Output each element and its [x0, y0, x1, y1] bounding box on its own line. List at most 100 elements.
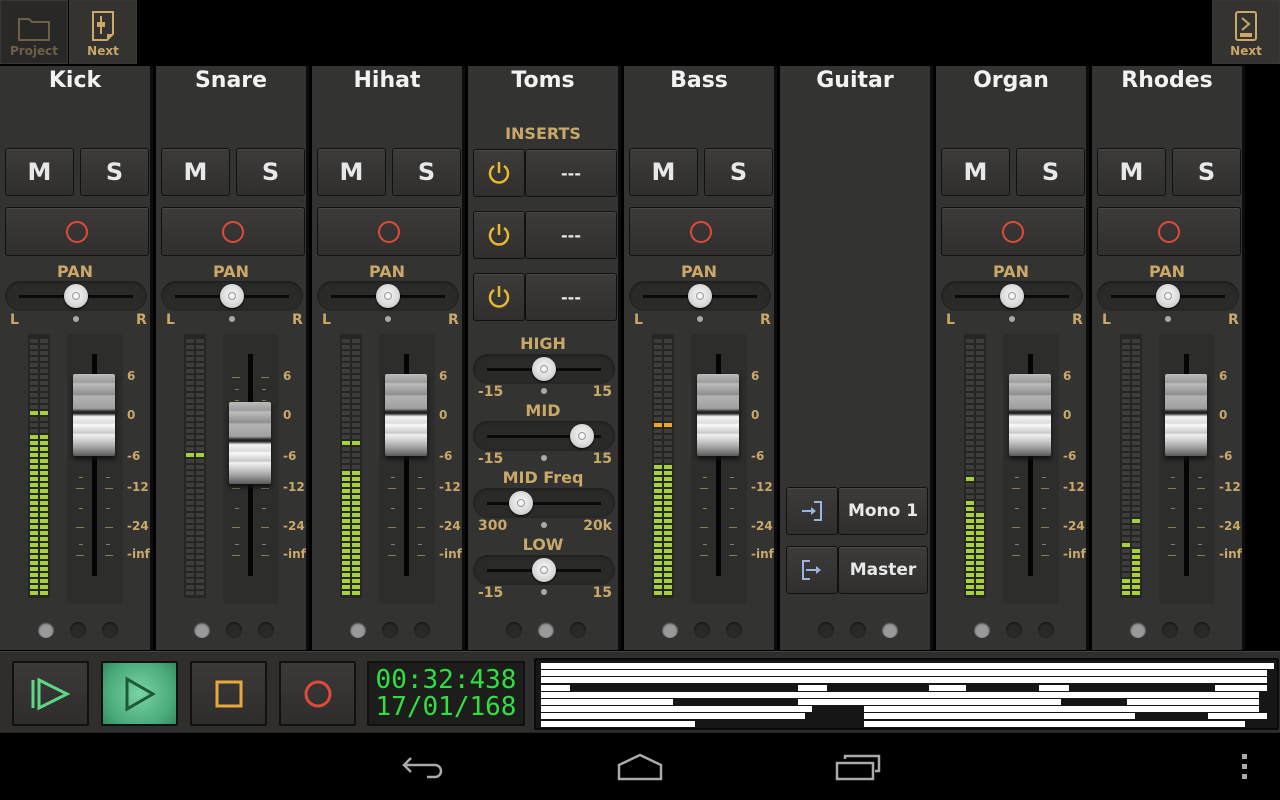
output-routing-button[interactable]: Master [838, 546, 928, 594]
overflow-menu-button[interactable] [1232, 744, 1258, 790]
page-indicator-dot[interactable] [382, 622, 398, 638]
volume-fader[interactable] [223, 334, 279, 604]
pan-knob[interactable] [1156, 284, 1180, 308]
eq-slider[interactable] [473, 421, 615, 451]
eq-knob[interactable] [569, 424, 594, 448]
page-indicator-dot[interactable] [726, 622, 742, 638]
page-indicator-dot[interactable] [850, 622, 866, 638]
fader-cap[interactable] [1009, 374, 1051, 456]
solo-button[interactable]: S [236, 148, 305, 196]
pan-knob[interactable] [1000, 284, 1024, 308]
input-routing-icon-button[interactable] [786, 487, 838, 535]
record-arm-button[interactable] [317, 207, 461, 256]
next-mixer-button[interactable]: Next [69, 0, 137, 64]
solo-button[interactable]: S [1016, 148, 1085, 196]
pan-knob[interactable] [220, 284, 244, 308]
channel-name[interactable]: Hihat [312, 66, 462, 96]
pan-slider[interactable] [161, 281, 303, 311]
page-indicator-dot[interactable] [70, 622, 86, 638]
page-indicator-dot[interactable] [882, 622, 898, 638]
fader-cap[interactable] [229, 402, 271, 484]
insert-power-button[interactable] [473, 211, 525, 259]
mute-button[interactable]: M [941, 148, 1010, 196]
pan-slider[interactable] [629, 281, 771, 311]
channel-name[interactable]: Organ [936, 66, 1086, 96]
mute-button[interactable]: M [629, 148, 698, 196]
page-indicator-dot[interactable] [226, 622, 242, 638]
project-button[interactable]: Project [0, 0, 68, 64]
back-button[interactable] [396, 744, 452, 790]
page-indicator-dot[interactable] [974, 622, 990, 638]
pan-slider[interactable] [1097, 281, 1239, 311]
eq-knob[interactable] [509, 491, 534, 515]
pan-slider[interactable] [5, 281, 147, 311]
page-indicator-dot[interactable] [694, 622, 710, 638]
pan-slider[interactable] [941, 281, 1083, 311]
record-arm-button[interactable] [161, 207, 305, 256]
page-indicator-dot[interactable] [570, 622, 586, 638]
channel-name[interactable]: Toms [468, 66, 618, 96]
solo-button[interactable]: S [704, 148, 773, 196]
stop-button[interactable] [190, 661, 267, 726]
channel-name[interactable]: Snare [156, 66, 306, 96]
insert-power-button[interactable] [473, 273, 525, 321]
next-page-button[interactable]: Next [1212, 0, 1280, 64]
home-button[interactable] [612, 744, 668, 790]
eq-slider[interactable] [473, 354, 615, 384]
recent-apps-button[interactable] [830, 744, 886, 790]
page-indicator-dot[interactable] [1194, 622, 1210, 638]
pan-knob[interactable] [376, 284, 400, 308]
insert-slot-button[interactable]: --- [525, 149, 617, 197]
channel-name[interactable]: Bass [624, 66, 774, 96]
volume-fader[interactable] [691, 334, 747, 604]
pan-knob[interactable] [688, 284, 712, 308]
output-routing-icon-button[interactable] [786, 546, 838, 594]
play-button[interactable] [101, 661, 178, 726]
song-overview[interactable] [534, 658, 1279, 730]
mute-button[interactable]: M [161, 148, 230, 196]
page-indicator-dot[interactable] [258, 622, 274, 638]
record-arm-button[interactable] [5, 207, 149, 256]
eq-knob[interactable] [532, 558, 556, 582]
page-indicator-dot[interactable] [1130, 622, 1146, 638]
solo-button[interactable]: S [392, 148, 461, 196]
pan-slider[interactable] [317, 281, 459, 311]
record-arm-button[interactable] [629, 207, 773, 256]
volume-fader[interactable] [67, 334, 123, 604]
page-indicator-dot[interactable] [102, 622, 118, 638]
page-indicator-dot[interactable] [538, 622, 554, 638]
mute-button[interactable]: M [1097, 148, 1166, 196]
insert-slot-button[interactable]: --- [525, 211, 617, 259]
mute-button[interactable]: M [317, 148, 386, 196]
page-indicator-dot[interactable] [350, 622, 366, 638]
eq-slider[interactable] [473, 488, 615, 518]
insert-slot-button[interactable]: --- [525, 273, 617, 321]
record-button[interactable] [279, 661, 356, 726]
solo-button[interactable]: S [80, 148, 149, 196]
pan-knob[interactable] [64, 284, 88, 308]
input-routing-button[interactable]: Mono 1 [838, 487, 928, 535]
channel-name[interactable]: Rhodes [1092, 66, 1242, 96]
solo-button[interactable]: S [1172, 148, 1241, 196]
eq-slider[interactable] [473, 555, 615, 585]
mute-button[interactable]: M [5, 148, 74, 196]
fader-cap[interactable] [697, 374, 739, 456]
record-arm-button[interactable] [1097, 207, 1241, 256]
channel-name[interactable]: Guitar [780, 66, 930, 96]
page-indicator-dot[interactable] [1038, 622, 1054, 638]
page-indicator-dot[interactable] [662, 622, 678, 638]
page-indicator-dot[interactable] [194, 622, 210, 638]
page-indicator-dot[interactable] [38, 622, 54, 638]
channel-name[interactable]: Kick [0, 66, 150, 96]
page-indicator-dot[interactable] [414, 622, 430, 638]
volume-fader[interactable] [1159, 334, 1215, 604]
return-to-start-button[interactable] [12, 661, 89, 726]
fader-cap[interactable] [385, 374, 427, 456]
page-indicator-dot[interactable] [1006, 622, 1022, 638]
fader-cap[interactable] [73, 374, 115, 456]
fader-cap[interactable] [1165, 374, 1207, 456]
insert-power-button[interactable] [473, 149, 525, 197]
page-indicator-dot[interactable] [818, 622, 834, 638]
volume-fader[interactable] [379, 334, 435, 604]
record-arm-button[interactable] [941, 207, 1085, 256]
